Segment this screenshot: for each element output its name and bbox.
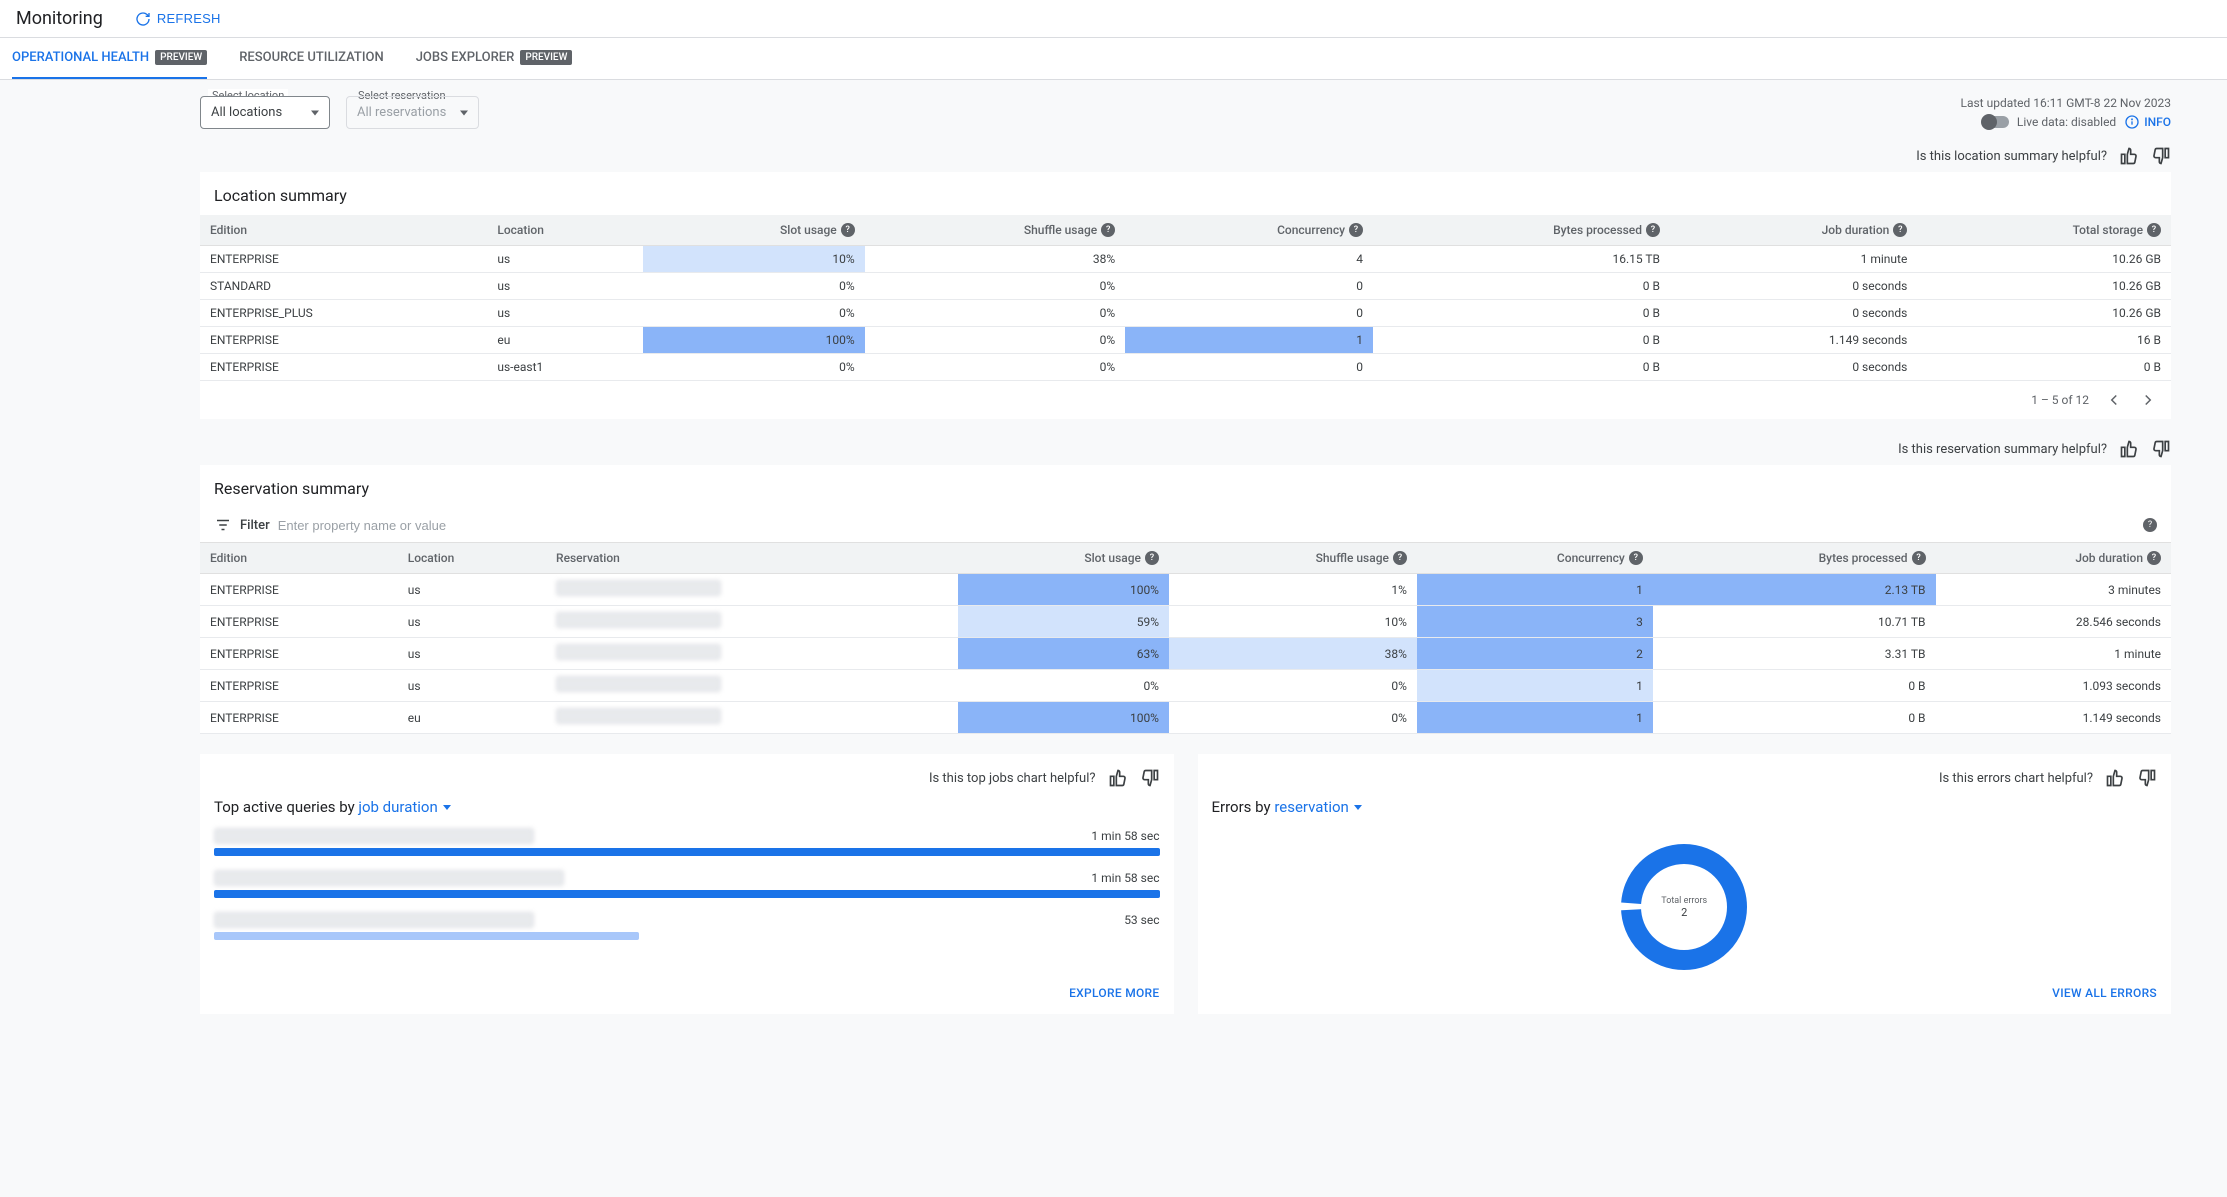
errors-card: Is this errors chart helpful? Errors by … xyxy=(1198,754,2172,1014)
table-row[interactable]: STANDARDus0%0%00 B0 seconds10.26 GB xyxy=(200,273,2171,300)
top-queries-card: Is this top jobs chart helpful? Top acti… xyxy=(200,754,1174,1014)
help-icon[interactable]: ? xyxy=(1629,551,1643,565)
feedback-reservation: Is this reservation summary helpful? xyxy=(200,439,2171,459)
feedback-location: Is this location summary helpful? xyxy=(200,146,2171,166)
help-icon[interactable]: ? xyxy=(2143,518,2157,532)
table-row[interactable]: ENTERPRISEus0%0%10 B1.093 seconds xyxy=(200,670,2171,702)
location-summary-table: EditionLocationSlot usage ?Shuffle usage… xyxy=(200,215,2171,381)
help-icon[interactable]: ? xyxy=(1101,223,1115,237)
thumb-up-icon[interactable] xyxy=(2105,768,2125,788)
tab-jobs-explorer[interactable]: JOBS EXPLORERPREVIEW xyxy=(416,38,573,79)
help-icon[interactable]: ? xyxy=(1145,551,1159,565)
thumb-down-icon[interactable] xyxy=(2151,439,2171,459)
explore-more-link[interactable]: EXPLORE MORE xyxy=(214,986,1160,1000)
query-row[interactable]: 53 sec xyxy=(214,912,1160,940)
thumb-up-icon[interactable] xyxy=(1108,768,1128,788)
top-queries-title: Top active queries by job duration xyxy=(214,798,1160,816)
reservation-name-redacted xyxy=(556,644,721,660)
page-title: Monitoring xyxy=(16,8,103,29)
errors-donut-chart: Total errors 2 xyxy=(1614,837,1754,977)
query-duration: 53 sec xyxy=(1124,913,1159,927)
pager-next-icon[interactable] xyxy=(2139,391,2157,409)
table-row[interactable]: ENTERPRISEus63%38%23.31 TB1 minute xyxy=(200,638,2171,670)
thumb-up-icon[interactable] xyxy=(2119,439,2139,459)
thumb-down-icon[interactable] xyxy=(2137,768,2157,788)
location-summary-section: Location summary EditionLocationSlot usa… xyxy=(200,172,2171,419)
help-icon[interactable]: ? xyxy=(1349,223,1363,237)
reservation-name-redacted xyxy=(556,708,721,724)
info-link[interactable]: INFO xyxy=(2124,114,2171,130)
query-duration: 1 min 58 sec xyxy=(1091,871,1159,885)
live-data-label: Live data: disabled xyxy=(2017,115,2116,129)
refresh-icon xyxy=(135,11,151,27)
table-row[interactable]: ENTERPRISE_PLUSus0%0%00 B0 seconds10.26 … xyxy=(200,300,2171,327)
tab-resource-utilization[interactable]: RESOURCE UTILIZATION xyxy=(239,38,383,79)
filter-label: Filter xyxy=(240,518,270,533)
tabs-bar: OPERATIONAL HEALTHPREVIEW RESOURCE UTILIZ… xyxy=(0,37,2227,80)
refresh-button[interactable]: REFRESH xyxy=(135,11,221,27)
reservation-summary-table: EditionLocationReservationSlot usage ?Sh… xyxy=(200,543,2171,734)
location-select[interactable]: All locations xyxy=(200,96,330,129)
errors-title: Errors by reservation xyxy=(1212,798,2158,816)
help-icon[interactable]: ? xyxy=(2147,223,2161,237)
filter-icon xyxy=(214,516,232,534)
table-row[interactable]: ENTERPRISEus10%38%416.15 TB1 minute10.26… xyxy=(200,246,2171,273)
query-name-redacted xyxy=(214,828,534,844)
reservation-summary-title: Reservation summary xyxy=(200,465,2171,508)
location-pager: 1 – 5 of 12 xyxy=(200,381,2171,419)
reservation-name-redacted xyxy=(556,676,721,692)
query-duration: 1 min 58 sec xyxy=(1091,829,1159,843)
help-icon[interactable]: ? xyxy=(1646,223,1660,237)
table-row[interactable]: ENTERPRISEeu100%0%10 B1.149 seconds xyxy=(200,702,2171,734)
thumb-up-icon[interactable] xyxy=(2119,146,2139,166)
help-icon[interactable]: ? xyxy=(1393,551,1407,565)
view-all-errors-link[interactable]: VIEW ALL ERRORS xyxy=(1212,986,2158,1000)
pager-range: 1 – 5 of 12 xyxy=(2031,393,2089,407)
help-icon[interactable]: ? xyxy=(1893,223,1907,237)
reservation-name-redacted xyxy=(556,612,721,628)
table-row[interactable]: ENTERPRISEeu100%0%10 B1.149 seconds16 B xyxy=(200,327,2171,354)
thumb-down-icon[interactable] xyxy=(2151,146,2171,166)
table-row[interactable]: ENTERPRISEus100%1%12.13 TB3 minutes xyxy=(200,574,2171,606)
location-summary-title: Location summary xyxy=(200,172,2171,215)
last-updated-text: Last updated 16:11 GMT-8 22 Nov 2023 xyxy=(1961,96,2172,110)
refresh-label: REFRESH xyxy=(157,11,221,26)
help-icon[interactable]: ? xyxy=(841,223,855,237)
pager-prev-icon[interactable] xyxy=(2105,391,2123,409)
donut-center-label: Total errors xyxy=(1661,896,1707,906)
tab-operational-health[interactable]: OPERATIONAL HEALTHPREVIEW xyxy=(12,38,207,79)
reservation-name-redacted xyxy=(556,580,721,596)
table-row[interactable]: ENTERPRISEus59%10%310.71 TB28.546 second… xyxy=(200,606,2171,638)
query-row[interactable]: 1 min 58 sec xyxy=(214,828,1160,856)
query-name-redacted xyxy=(214,912,534,928)
help-icon[interactable]: ? xyxy=(1912,551,1926,565)
errors-by-dropdown[interactable]: reservation xyxy=(1274,798,1362,816)
live-data-toggle[interactable] xyxy=(1983,116,2009,128)
thumb-down-icon[interactable] xyxy=(1140,768,1160,788)
reservation-summary-section: Reservation summary Filter ? EditionLoca… xyxy=(200,465,2171,734)
table-row[interactable]: ENTERPRISEus-east10%0%00 B0 seconds0 B xyxy=(200,354,2171,381)
info-icon xyxy=(2124,114,2140,130)
query-row[interactable]: 1 min 58 sec xyxy=(214,870,1160,898)
job-duration-dropdown[interactable]: job duration xyxy=(358,798,450,816)
help-icon[interactable]: ? xyxy=(2147,551,2161,565)
query-name-redacted xyxy=(214,870,564,886)
donut-center-value: 2 xyxy=(1681,906,1687,919)
reservation-select[interactable]: All reservations xyxy=(346,96,479,129)
filter-input[interactable] xyxy=(278,518,2135,533)
top-bar: Monitoring REFRESH xyxy=(0,0,2227,37)
